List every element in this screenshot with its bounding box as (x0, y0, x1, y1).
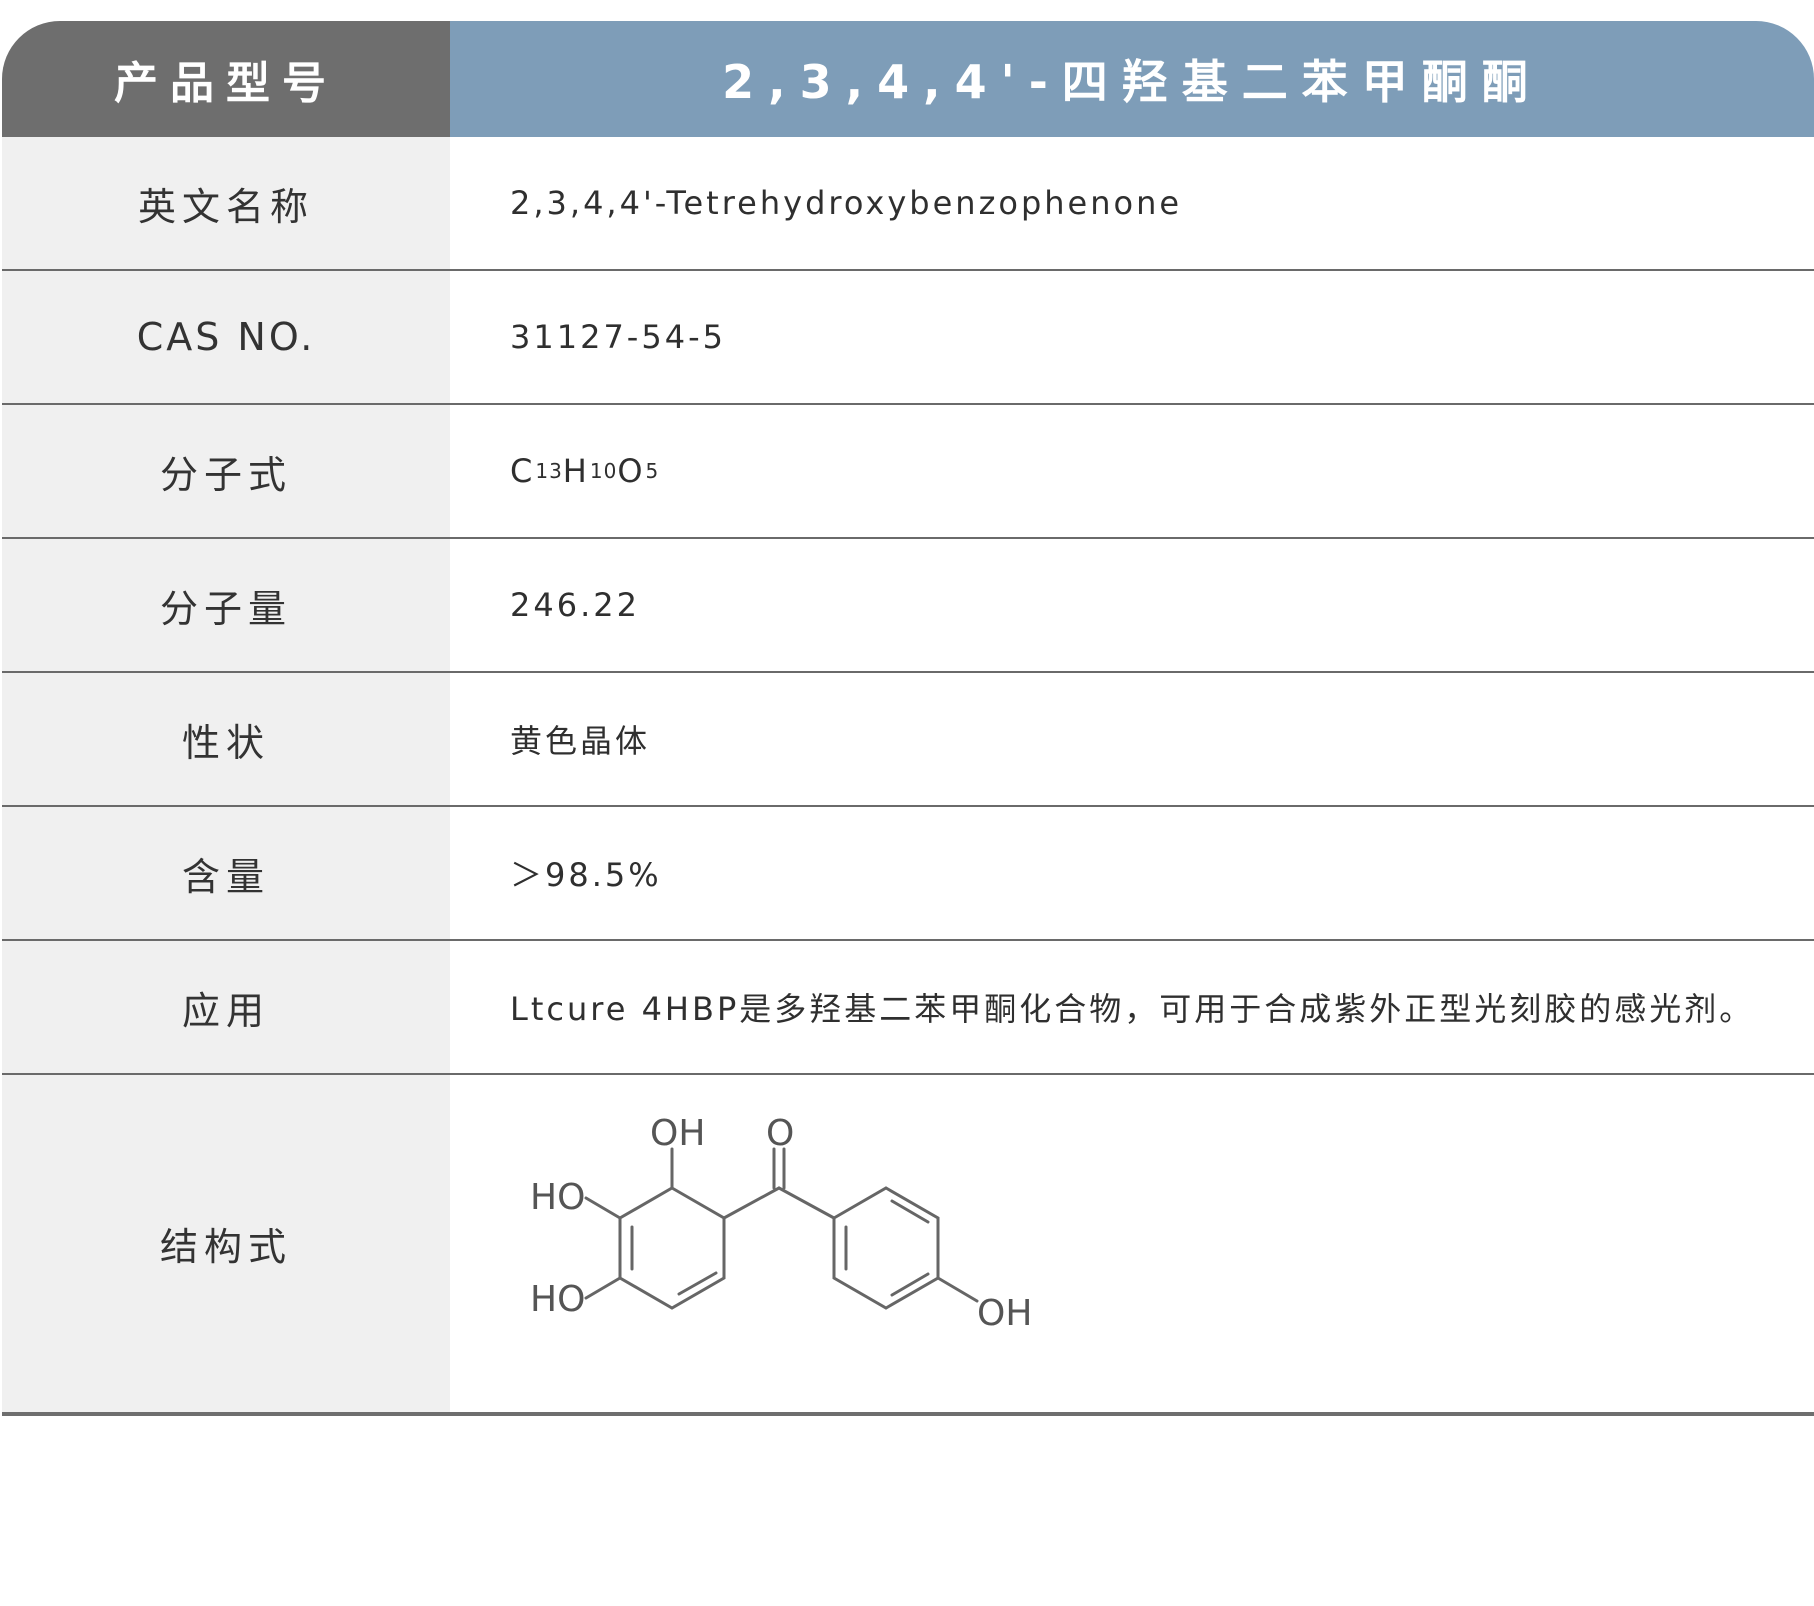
row-cas-no: CAS NO. 31127-54-5 (2, 269, 1814, 403)
molecular-weight-value: 246.22 (510, 586, 640, 624)
formula-count-h: 10 (589, 459, 618, 483)
label-ho-bottom: HO (530, 1279, 585, 1320)
row-application: 应用 Ltcure 4HBP是多羟基二苯甲酮化合物，可用于合成紫外正型光刻胶的感… (2, 939, 1814, 1073)
product-model-label: 产品型号 (2, 21, 450, 137)
right-benzene-ring (832, 1186, 940, 1310)
left-ring-inner-bond-2 (677, 1271, 718, 1296)
oh-bond-bottom (584, 1276, 622, 1300)
table-header: 产品型号 2,3,4,4'-四羟基二苯甲酮酮 (2, 21, 1814, 137)
left-benzene-ring (618, 1186, 726, 1310)
formula-count-c: 13 (535, 459, 563, 483)
label-oh-para: OH (977, 1293, 1032, 1334)
molecular-formula-value: C 13 H 10 O 5 (450, 405, 1814, 537)
row-molecular-formula: 分子式 C 13 H 10 O 5 (2, 403, 1814, 537)
row-appearance: 性状 黄色晶体 (2, 671, 1814, 805)
formula-element-c: C (510, 452, 536, 490)
right-ring-inner-bond-1 (890, 1199, 930, 1224)
cas-no-label: CAS NO. (2, 271, 450, 403)
application-value: Ltcure 4HBP是多羟基二苯甲酮化合物，可用于合成紫外正型光刻胶的感光剂。 (510, 990, 1755, 1028)
structure-bonds (584, 1147, 979, 1310)
label-ho-mid: HO (530, 1177, 585, 1218)
formula-count-o: 5 (645, 459, 660, 483)
oh-bond-mid (584, 1196, 622, 1220)
oh-bond-para (936, 1276, 979, 1303)
product-spec-table: 产品型号 2,3,4,4'-四羟基二苯甲酮酮 英文名称 2,3,4,4'-Tet… (2, 21, 1814, 1416)
row-content: 含量 ＞98.5% (2, 805, 1814, 939)
row-molecular-weight: 分子量 246.22 (2, 537, 1814, 671)
label-oh-top: OH (650, 1115, 705, 1154)
content-label: 含量 (2, 807, 450, 939)
english-name-value: 2,3,4,4'-Tetrehydroxybenzophenone (510, 184, 1183, 222)
row-english-name: 英文名称 2,3,4,4'-Tetrehydroxybenzophenone (2, 137, 1814, 269)
bridge-bond-right (777, 1186, 836, 1220)
formula-element-o: O (617, 452, 646, 490)
appearance-label: 性状 (2, 673, 450, 805)
molecular-formula-label: 分子式 (2, 405, 450, 537)
english-name-label: 英文名称 (2, 137, 450, 269)
formula-element-h: H (562, 452, 590, 490)
product-name: 2,3,4,4'-四羟基二苯甲酮酮 (450, 21, 1814, 137)
cas-no-value: 31127-54-5 (510, 318, 726, 356)
content-value: ＞98.5% (510, 856, 662, 894)
application-label: 应用 (2, 941, 450, 1073)
row-structure: 结构式 OH O HO HO OH (2, 1073, 1814, 1416)
bridge-bond-left (722, 1186, 781, 1220)
appearance-value: 黄色晶体 (510, 722, 651, 760)
molecular-weight-label: 分子量 (2, 539, 450, 671)
label-carbonyl-o: O (766, 1115, 794, 1154)
structural-formula-diagram: OH O HO HO OH (530, 1115, 1032, 1334)
structure-cell: OH O HO HO OH (450, 1075, 1814, 1412)
structure-label: 结构式 (2, 1075, 450, 1412)
right-ring-inner-bond-2 (890, 1272, 930, 1297)
